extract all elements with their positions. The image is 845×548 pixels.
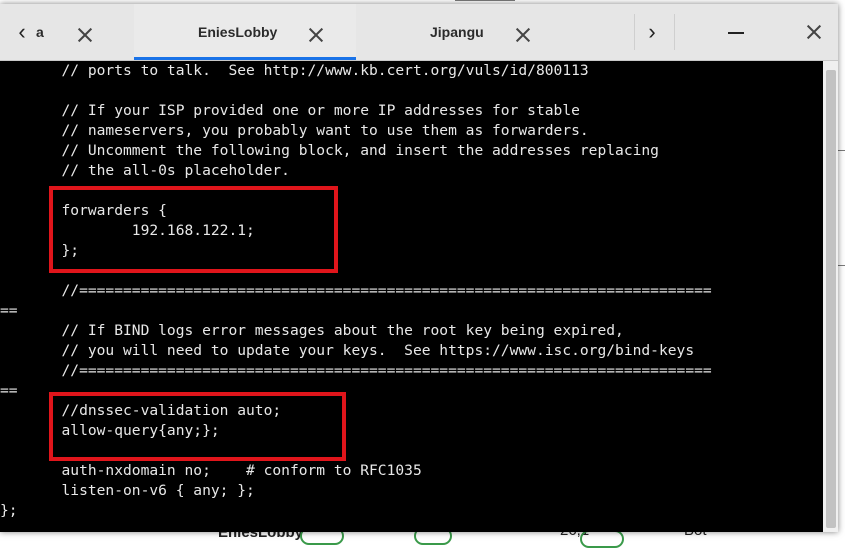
background-line [455, 0, 515, 1]
terminal-line: // ports to talk. See http://www.kb.cert… [0, 62, 589, 79]
close-window-button[interactable] [792, 4, 836, 60]
terminal-line: // Uncomment the following block, and in… [0, 142, 659, 159]
terminal-line: auth-nxdomain no; # conform to RFC1035 [0, 462, 422, 479]
terminal-line: forwarders { [0, 202, 167, 219]
close-tab-icon[interactable] [76, 26, 94, 44]
terminal-line: }; [0, 502, 18, 519]
tab-label: a [36, 24, 44, 40]
terminal-line: // If your ISP provided one or more IP a… [0, 102, 580, 119]
tab-enieslobby[interactable]: EniesLobby [134, 4, 356, 60]
background-line [838, 265, 845, 266]
minimize-button[interactable] [714, 4, 758, 60]
terminal-line: // nameservers, you probably want to use… [0, 122, 589, 139]
terminal-window: ‹ a EniesLobby Jipangu › // ports to tal… [0, 4, 838, 532]
terminal-line: //======================================… [0, 362, 712, 379]
terminal-line: == [0, 382, 18, 399]
close-tab-icon[interactable] [514, 26, 532, 44]
terminal-line: allow-query{any;}; [0, 422, 220, 439]
title-bar: ‹ a EniesLobby Jipangu › [0, 4, 838, 61]
terminal-line: //dnssec-validation auto; [0, 402, 282, 419]
tab-label: EniesLobby [198, 24, 278, 40]
terminal-line: // If BIND logs error messages about the… [0, 322, 624, 339]
terminal-line: }; [0, 242, 80, 259]
terminal-line: listen-on-v6 { any; }; [0, 482, 255, 499]
terminal-line: 192.168.122.1; [0, 222, 255, 239]
terminal-line: // you will need to update your keys. Se… [0, 342, 695, 359]
scrollbar-thumb[interactable] [826, 70, 836, 528]
terminal-line: == [0, 302, 18, 319]
scroll-tabs-right-button[interactable]: › [632, 4, 672, 60]
background-line [838, 150, 845, 151]
tab-a[interactable]: a [30, 4, 130, 60]
tab-jipangu[interactable]: Jipangu [360, 4, 630, 60]
tab-separator [674, 14, 675, 50]
tab-label: Jipangu [430, 24, 484, 40]
chevron-right-icon: › [648, 19, 656, 44]
chevron-left-icon: ‹ [18, 19, 26, 44]
terminal-line: // the all-0s placeholder. [0, 162, 290, 179]
terminal-line: //======================================… [0, 282, 712, 299]
close-icon [805, 23, 823, 41]
background-pill [580, 530, 624, 548]
minimize-icon [728, 32, 744, 34]
terminal-output[interactable]: // ports to talk. See http://www.kb.cert… [0, 61, 823, 532]
close-tab-icon[interactable] [307, 26, 325, 44]
